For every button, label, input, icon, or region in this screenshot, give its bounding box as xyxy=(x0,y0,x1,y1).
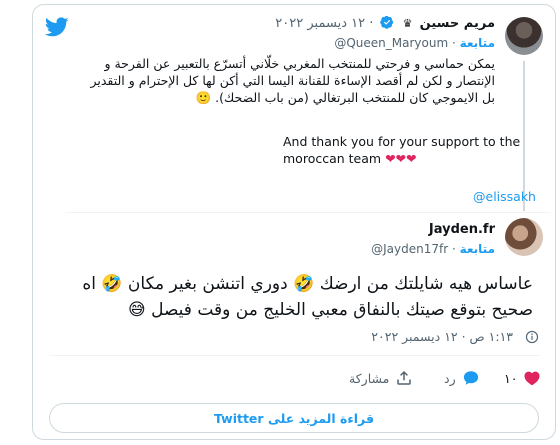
tweet-card: مريم حسين ♛ · ١٢ ديسمبر ٢٠٢٢ متابعة · @Q… xyxy=(32,4,556,440)
read-more-on-twitter-button[interactable]: قراءة المزيد على Twitter xyxy=(49,403,539,433)
reply-action[interactable]: رد xyxy=(444,369,480,387)
reply-time-text[interactable]: ١:١٣ ص · ١٢ ديسمبر ٢٠٢٢ xyxy=(371,329,513,344)
tweet-actions-bar: ١٠ رد مشاركة xyxy=(49,369,541,391)
share-icon[interactable] xyxy=(395,369,413,387)
share-action[interactable]: مشاركة xyxy=(349,369,413,387)
quoted-tweet-english-text: And thank you for your support to the mo… xyxy=(283,133,543,167)
comment-icon[interactable] xyxy=(462,369,480,387)
quoted-mention-link[interactable]: @elissakh xyxy=(473,189,536,204)
heart-emoji-icon: ❤❤❤ xyxy=(385,151,417,166)
quoted-tweet-date[interactable]: ١٢ ديسمبر ٢٠٢٢ xyxy=(275,16,365,31)
quoted-user-name[interactable]: مريم حسين xyxy=(420,16,495,31)
quoted-user-handle[interactable]: @Queen_Maryoum xyxy=(334,36,448,50)
reply-follow-link[interactable]: متابعة xyxy=(460,242,495,256)
reply-user-subline: متابعة · @Jayden17fr xyxy=(371,242,495,256)
reply-label: رد xyxy=(444,370,456,386)
crown-icon: ♛ xyxy=(402,17,413,30)
quoted-follow-link[interactable]: متابعة xyxy=(460,36,495,50)
quoted-user-subline: متابعة · @Queen_Maryoum xyxy=(334,36,495,50)
reply-user-avatar[interactable] xyxy=(505,218,543,256)
like-action[interactable]: ١٠ xyxy=(504,369,541,387)
reply-user-name[interactable]: Jayden.fr xyxy=(429,221,495,239)
quoted-tweet-header: مريم حسين ♛ · ١٢ ديسمبر ٢٠٢٢ xyxy=(275,15,495,31)
share-label: مشاركة xyxy=(349,370,390,386)
like-count: ١٠ xyxy=(504,370,518,386)
reply-user-handle[interactable]: @Jayden17fr xyxy=(371,242,448,256)
reply-tweet-timestamp: ١:١٣ ص · ١٢ ديسمبر ٢٠٢٢ xyxy=(371,329,539,344)
twitter-logo-icon[interactable] xyxy=(45,15,69,39)
quoted-user-avatar[interactable] xyxy=(505,17,543,55)
verified-icon xyxy=(379,15,393,29)
reply-tweet-text: عاساس هيه شايلتك من ارضك 🤣 دوري اتنشن بغ… xyxy=(82,274,533,320)
divider xyxy=(65,212,551,213)
divider xyxy=(49,355,539,356)
info-icon[interactable] xyxy=(525,330,539,344)
quoted-tweet-text: يمكن حماسي و فرحتي للمنتخب المغربي خلّان… xyxy=(90,56,495,105)
heart-icon[interactable] xyxy=(523,369,541,387)
